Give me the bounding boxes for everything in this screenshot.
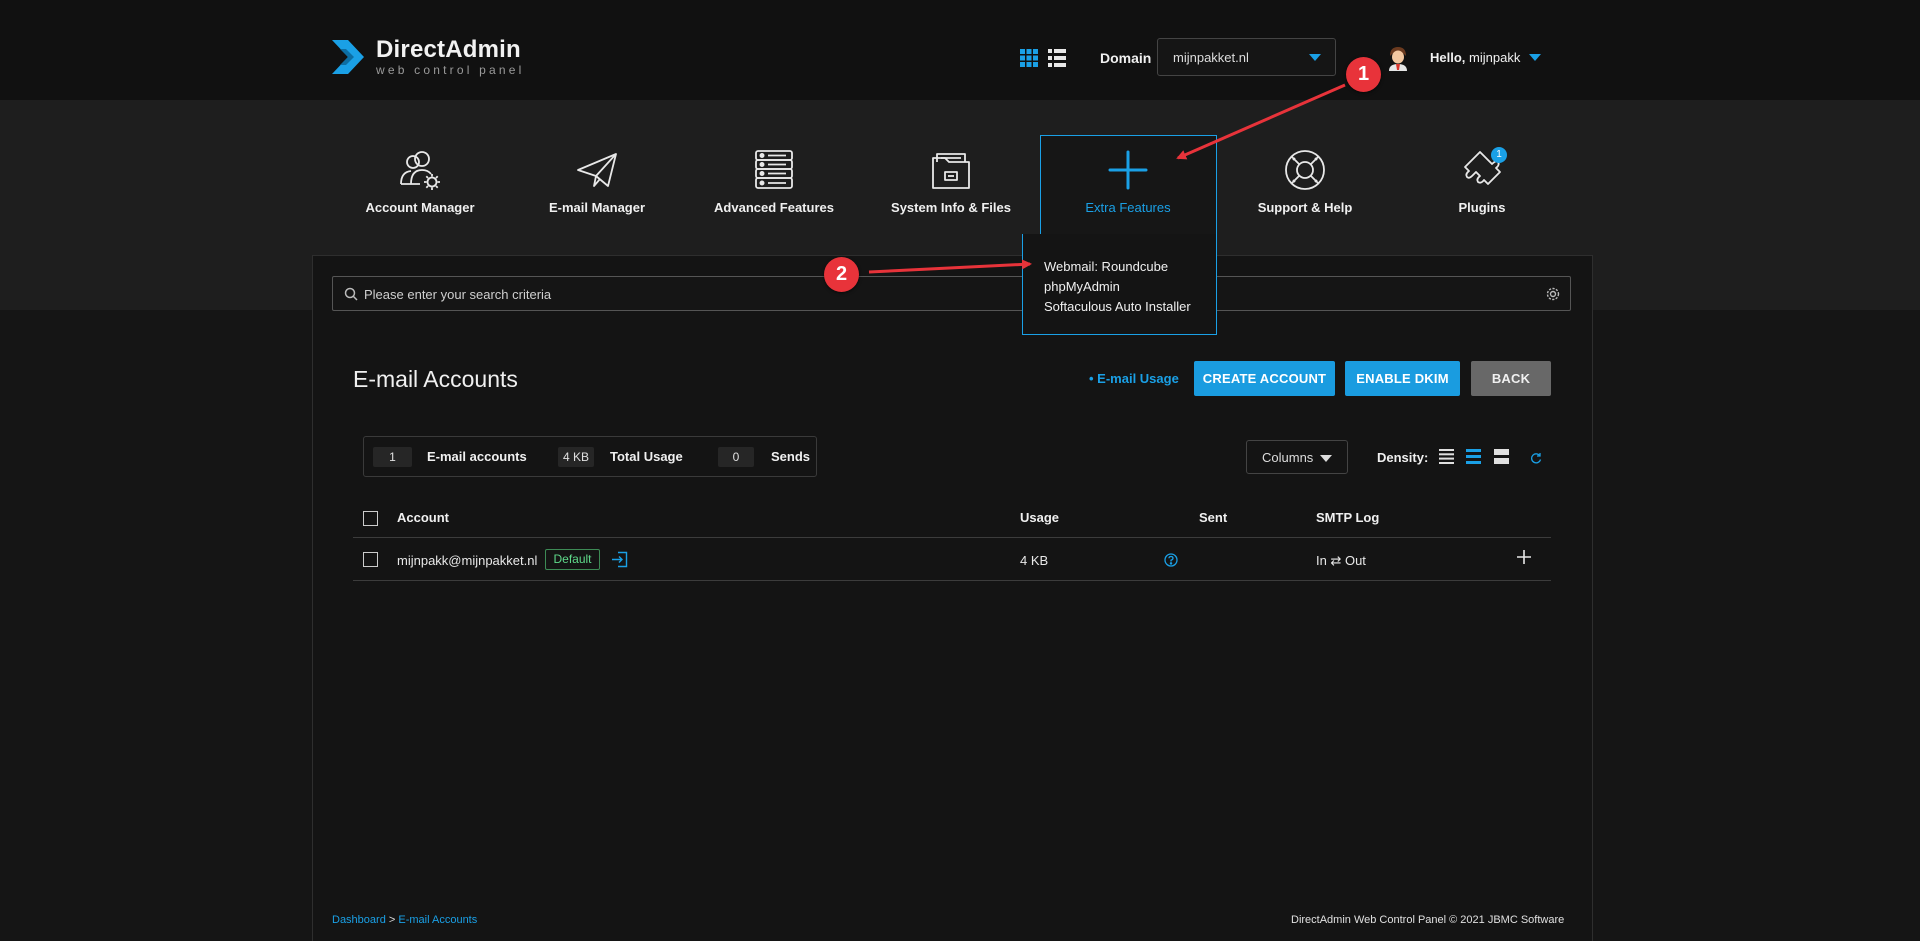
density-label: Density: xyxy=(1377,450,1429,465)
domain-label: Domain xyxy=(1100,50,1152,66)
logo-name: DirectAdmin xyxy=(376,36,521,63)
column-header-sent[interactable]: Sent xyxy=(1199,510,1227,525)
search-placeholder: Please enter your search criteria xyxy=(364,287,552,302)
username: mijnpakk xyxy=(1469,50,1521,65)
breadcrumb-email-accounts[interactable]: E-mail Accounts xyxy=(398,914,477,926)
nav-label: Support & Help xyxy=(1257,200,1353,215)
back-button[interactable]: BACK xyxy=(1471,361,1551,396)
sends-value: 0 xyxy=(718,447,754,467)
row-checkbox[interactable] xyxy=(363,552,378,567)
email-accounts-count: 1 xyxy=(373,447,412,467)
nav-label: System Info & Files xyxy=(891,200,1011,215)
table-row-divider xyxy=(353,580,1551,581)
density-normal-icon[interactable] xyxy=(1466,449,1481,469)
density-compact-icon[interactable] xyxy=(1439,449,1454,469)
breadcrumb-dashboard[interactable]: Dashboard xyxy=(332,914,386,926)
breadcrumb: Dashboard > E-mail Accounts xyxy=(332,914,477,926)
users-gear-icon xyxy=(400,151,440,190)
refresh-icon[interactable] xyxy=(1530,451,1542,469)
create-account-button[interactable]: CREATE ACCOUNT xyxy=(1194,361,1335,396)
main-panel xyxy=(312,255,1593,941)
smtp-log-link[interactable]: In ⇄ Out xyxy=(1316,553,1366,569)
logo[interactable]: DirectAdmin web control panel xyxy=(330,36,524,78)
gear-icon[interactable] xyxy=(1545,286,1561,307)
server-icon xyxy=(755,150,793,189)
folder-icon xyxy=(932,153,970,189)
chevron-down-icon xyxy=(1309,54,1321,61)
copyright: DirectAdmin Web Control Panel © 2021 JBM… xyxy=(1291,914,1565,926)
nav-label: Advanced Features xyxy=(714,200,834,215)
enable-dkim-button[interactable]: ENABLE DKIM xyxy=(1345,361,1460,396)
plus-icon xyxy=(1108,150,1148,190)
nav-support-help[interactable]: Support & Help xyxy=(1220,148,1390,215)
account-email[interactable]: mijnpakk@mijnpakket.nl xyxy=(397,553,537,568)
paper-plane-icon xyxy=(577,153,617,187)
grid-view-icon[interactable] xyxy=(1020,49,1038,72)
page-title: E-mail Accounts xyxy=(353,366,518,392)
nav-label: Account Manager xyxy=(365,200,475,215)
nav-label: Plugins xyxy=(1458,200,1506,215)
breadcrumb-separator: > xyxy=(385,914,399,926)
columns-dropdown[interactable]: Columns xyxy=(1246,440,1348,474)
login-icon[interactable] xyxy=(611,551,628,573)
logo-subtitle: web control panel xyxy=(376,63,525,77)
menu-item-phpmyadmin[interactable]: phpMyAdmin xyxy=(1044,277,1216,297)
question-circle-icon[interactable] xyxy=(1164,553,1178,572)
total-usage-value: 4 KB xyxy=(558,447,594,467)
nav-label: E-mail Manager xyxy=(548,200,646,215)
callout-1: 1 xyxy=(1346,57,1381,92)
stats-summary: 1 E-mail accounts 4 KB Total Usage 0 Sen… xyxy=(363,436,817,477)
nav-extra-features[interactable]: Extra Features xyxy=(1043,148,1213,215)
top-bar xyxy=(0,0,1920,100)
column-header-smtp-log[interactable]: SMTP Log xyxy=(1316,510,1379,525)
sends-label: Sends xyxy=(771,449,811,464)
menu-item-webmail-roundcube[interactable]: Webmail: Roundcube xyxy=(1044,257,1216,277)
extra-features-menu: Webmail: Roundcube phpMyAdmin Softaculou… xyxy=(1022,234,1217,335)
nav-email-manager[interactable]: E-mail Manager xyxy=(512,148,682,215)
lifebuoy-icon xyxy=(1285,150,1325,190)
caret-down-icon xyxy=(1320,455,1332,462)
account-usage: 4 KB xyxy=(1020,553,1049,568)
expand-plus-icon[interactable] xyxy=(1517,550,1531,569)
user-greeting[interactable]: Hello, mijnpakk xyxy=(1430,50,1520,65)
search-icon xyxy=(344,287,358,306)
menu-item-softaculous[interactable]: Softaculous Auto Installer xyxy=(1044,297,1216,317)
list-view-icon[interactable] xyxy=(1048,49,1066,72)
density-comfortable-icon[interactable] xyxy=(1494,449,1509,469)
search-bar[interactable]: Please enter your search criteria xyxy=(332,276,1571,311)
nav-plugins[interactable]: Plugins xyxy=(1397,148,1567,215)
callout-2: 2 xyxy=(824,257,859,292)
avatar[interactable] xyxy=(1387,45,1409,71)
nav-label: Extra Features xyxy=(1085,200,1171,215)
domain-value: mijnpakket.nl xyxy=(1173,49,1249,65)
plugins-badge: 1 xyxy=(1491,147,1507,163)
default-badge: Default xyxy=(545,549,600,570)
total-usage-label: Total Usage xyxy=(610,449,683,464)
columns-label: Columns xyxy=(1262,450,1314,465)
email-accounts-label: E-mail accounts xyxy=(427,449,527,464)
nav-advanced-features[interactable]: Advanced Features xyxy=(689,148,859,215)
nav-system-info-files[interactable]: System Info & Files xyxy=(866,148,1036,215)
domain-select[interactable]: mijnpakket.nl xyxy=(1157,38,1336,76)
column-header-account[interactable]: Account xyxy=(397,510,449,525)
column-header-usage[interactable]: Usage xyxy=(1020,510,1059,525)
user-menu-chevron-icon[interactable] xyxy=(1529,54,1541,61)
table-header-divider xyxy=(353,537,1551,538)
select-all-checkbox[interactable] xyxy=(363,511,378,526)
directadmin-logo-icon xyxy=(330,36,368,78)
view-switch xyxy=(1020,49,1066,72)
nav-account-manager[interactable]: Account Manager xyxy=(335,148,505,215)
email-usage-link[interactable]: • E-mail Usage xyxy=(1089,371,1179,386)
